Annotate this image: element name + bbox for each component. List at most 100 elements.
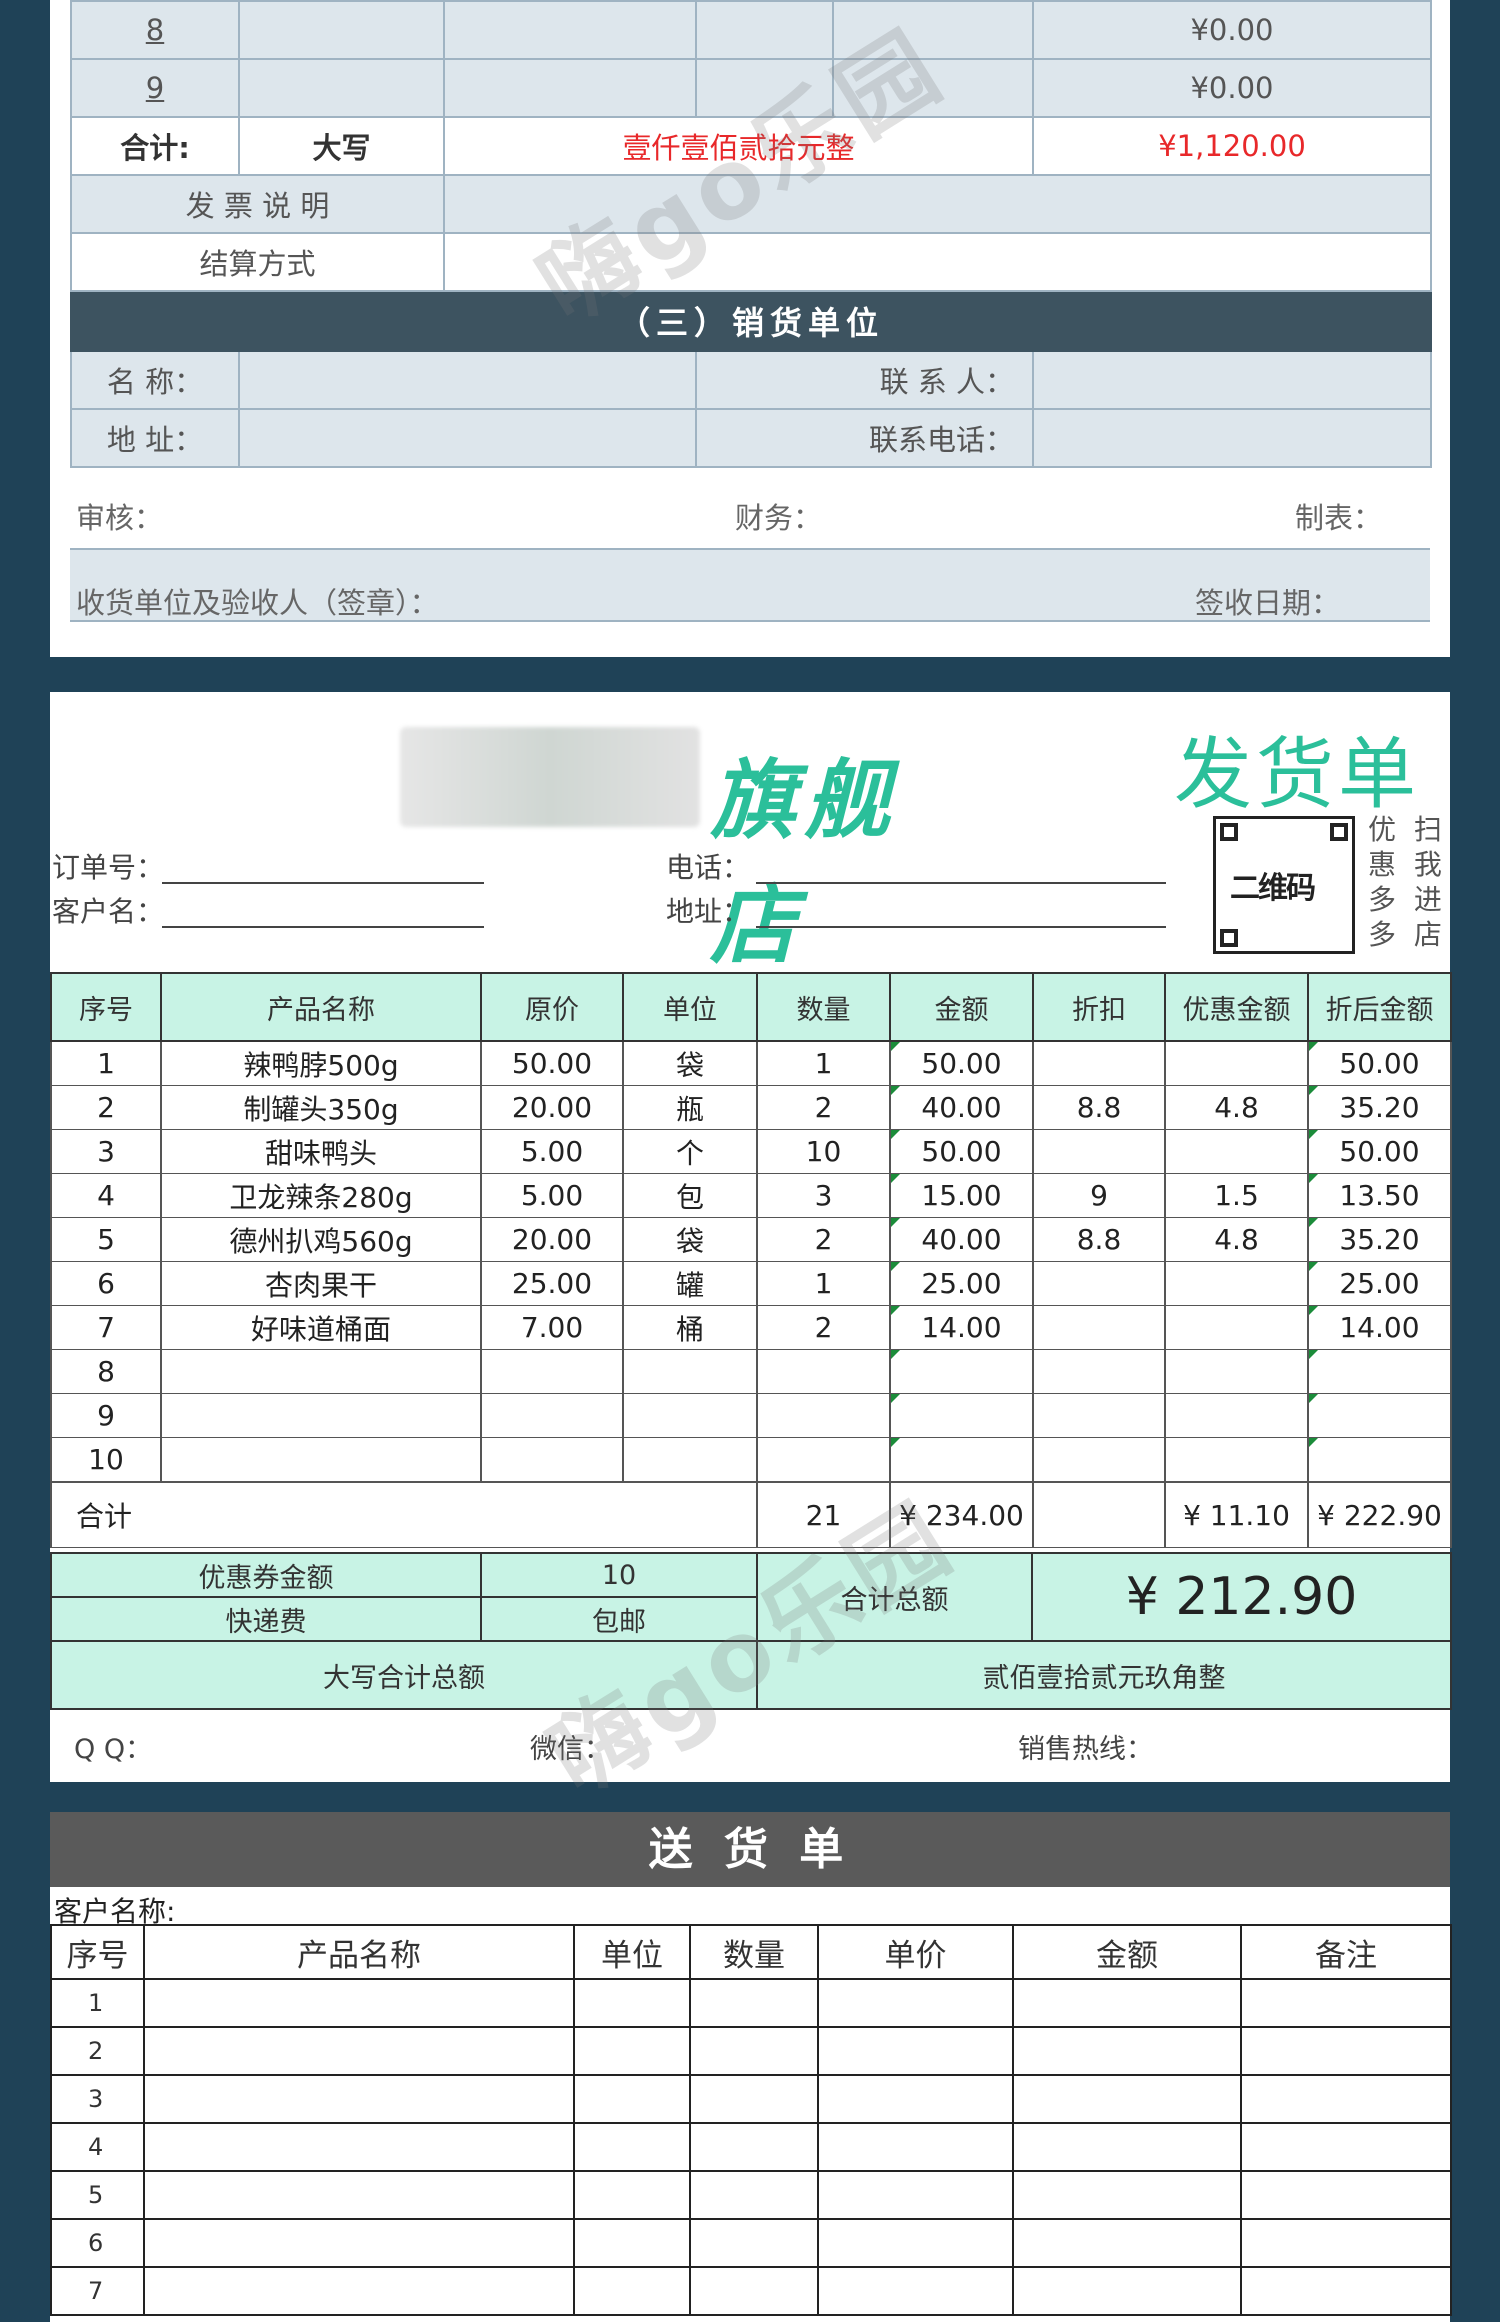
- cell-amount[interactable]: 14.00: [889, 1305, 1034, 1350]
- cell-empty[interactable]: [143, 2074, 575, 2124]
- cell-discount-amount[interactable]: [1164, 1040, 1309, 1086]
- cell-empty[interactable]: [689, 2122, 819, 2172]
- cell-row-index[interactable]: 7: [50, 1305, 162, 1350]
- cell-empty[interactable]: [143, 2026, 575, 2076]
- cell-amount[interactable]: [889, 1437, 1034, 1483]
- cell-discount-amount[interactable]: [1164, 1437, 1309, 1483]
- cell-row-index[interactable]: 3: [50, 2074, 145, 2124]
- cell-product-name[interactable]: 德州扒鸡560g: [160, 1217, 482, 1262]
- cell-original-price[interactable]: 5.00: [480, 1129, 624, 1174]
- phone-field[interactable]: 电话：: [666, 846, 1166, 886]
- cell-quantity[interactable]: [756, 1437, 891, 1483]
- cell-empty[interactable]: [1240, 2170, 1452, 2220]
- cell-row-index[interactable]: 2: [50, 2026, 145, 2076]
- cell-empty[interactable]: [689, 2026, 819, 2076]
- cell-empty[interactable]: [1240, 2218, 1452, 2268]
- cell-amount[interactable]: [889, 1349, 1034, 1394]
- cell-empty[interactable]: [689, 1978, 819, 2028]
- cell-after-discount-amount[interactable]: 14.00: [1307, 1305, 1452, 1350]
- cell-empty[interactable]: [1012, 1978, 1242, 2028]
- cell-empty[interactable]: [1240, 2026, 1452, 2076]
- cell-empty[interactable]: [1012, 2074, 1242, 2124]
- cell-empty[interactable]: [817, 2122, 1014, 2172]
- cell-discount-amount[interactable]: [1164, 1129, 1309, 1174]
- cell-empty[interactable]: [817, 2218, 1014, 2268]
- cell-empty[interactable]: [1240, 2266, 1452, 2316]
- cell-discount-rate[interactable]: [1032, 1349, 1166, 1394]
- cell-row-index[interactable]: 1: [50, 1040, 162, 1086]
- cell-amount[interactable]: [889, 1393, 1034, 1438]
- cell-product-name[interactable]: [160, 1437, 482, 1483]
- settle-field[interactable]: [443, 232, 1432, 292]
- cell-discount-rate[interactable]: [1032, 1129, 1166, 1174]
- cell-product-name[interactable]: 好味道桶面: [160, 1305, 482, 1350]
- cell-original-price[interactable]: [480, 1437, 624, 1483]
- order-number-field[interactable]: 订单号：: [52, 846, 484, 886]
- cell-original-price[interactable]: 50.00: [480, 1040, 624, 1086]
- cell-empty[interactable]: [689, 2266, 819, 2316]
- cell-original-price[interactable]: 20.00: [480, 1217, 624, 1262]
- cell-empty[interactable]: [817, 1978, 1014, 2028]
- cell-discount-amount[interactable]: 1.5: [1164, 1173, 1309, 1218]
- cell-empty[interactable]: [1240, 2074, 1452, 2124]
- cell-empty[interactable]: [573, 2026, 691, 2076]
- cell-after-discount-amount[interactable]: 35.20: [1307, 1085, 1452, 1130]
- cell-discount-amount[interactable]: [1164, 1393, 1309, 1438]
- cell-original-price[interactable]: [480, 1349, 624, 1394]
- cell-after-discount-amount[interactable]: 13.50: [1307, 1173, 1452, 1218]
- cell-row-index[interactable]: 2: [50, 1085, 162, 1130]
- cell-row-index[interactable]: 8: [50, 1349, 162, 1394]
- cell-amount[interactable]: 40.00: [889, 1085, 1034, 1130]
- cell-row-index[interactable]: 5: [50, 2170, 145, 2220]
- cell-amount[interactable]: 50.00: [889, 1040, 1034, 1086]
- cell-product-name[interactable]: 杏肉果干: [160, 1261, 482, 1306]
- cell-after-discount-amount[interactable]: 35.20: [1307, 1217, 1452, 1262]
- cell-empty[interactable]: [573, 1978, 691, 2028]
- cell-empty[interactable]: [573, 2170, 691, 2220]
- cell-row-index[interactable]: 5: [50, 1217, 162, 1262]
- cell-unit[interactable]: 瓶: [622, 1085, 758, 1130]
- cell-quantity[interactable]: 1: [756, 1040, 891, 1086]
- cell-discount-rate[interactable]: 8.8: [1032, 1217, 1166, 1262]
- cell-row-index[interactable]: 1: [50, 1978, 145, 2028]
- cell-empty[interactable]: [689, 2074, 819, 2124]
- cell-empty[interactable]: [1240, 1978, 1452, 2028]
- cell-after-discount-amount[interactable]: 25.00: [1307, 1261, 1452, 1306]
- cell-unit[interactable]: 袋: [622, 1217, 758, 1262]
- cell-empty[interactable]: [1012, 2218, 1242, 2268]
- cell-discount-rate[interactable]: 9: [1032, 1173, 1166, 1218]
- cell-empty[interactable]: [817, 2266, 1014, 2316]
- cell-product-name[interactable]: 卫龙辣条280g: [160, 1173, 482, 1218]
- cell-empty[interactable]: [143, 2122, 575, 2172]
- seller-name-field[interactable]: [238, 350, 697, 410]
- cell-discount-amount[interactable]: [1164, 1261, 1309, 1306]
- invoice-note-field[interactable]: [443, 174, 1432, 234]
- cell-row-index[interactable]: 9: [50, 1393, 162, 1438]
- cell-empty[interactable]: [143, 2218, 575, 2268]
- seller-contact-field[interactable]: [1032, 350, 1432, 410]
- cell-empty[interactable]: [1240, 2122, 1452, 2172]
- row-number-link[interactable]: 8: [146, 13, 164, 47]
- seller-phone-field[interactable]: [1032, 408, 1432, 468]
- cell-empty[interactable]: [689, 2218, 819, 2268]
- cell-product-name[interactable]: [160, 1393, 482, 1438]
- cell-discount-rate[interactable]: [1032, 1040, 1166, 1086]
- cell-unit[interactable]: 个: [622, 1129, 758, 1174]
- cell-empty[interactable]: [817, 2026, 1014, 2076]
- customer-name-field[interactable]: 客户名：: [52, 890, 484, 930]
- cell-row-index[interactable]: 7: [50, 2266, 145, 2316]
- cell-empty[interactable]: [143, 1978, 575, 2028]
- shipping-value[interactable]: 包邮: [480, 1596, 758, 1642]
- qr-code-icon[interactable]: 二维码: [1213, 816, 1355, 954]
- cell-unit[interactable]: 罐: [622, 1261, 758, 1306]
- cell-empty[interactable]: [1012, 2170, 1242, 2220]
- cell-quantity[interactable]: 2: [756, 1305, 891, 1350]
- cell-row-index[interactable]: 4: [50, 1173, 162, 1218]
- cell-after-discount-amount[interactable]: 50.00: [1307, 1040, 1452, 1086]
- cell-quantity[interactable]: 2: [756, 1085, 891, 1130]
- cell-discount-rate[interactable]: [1032, 1437, 1166, 1483]
- cell-unit[interactable]: [622, 1349, 758, 1394]
- cell-unit[interactable]: 包: [622, 1173, 758, 1218]
- cell-discount-amount[interactable]: [1164, 1349, 1309, 1394]
- cell-row-index[interactable]: 6: [50, 2218, 145, 2268]
